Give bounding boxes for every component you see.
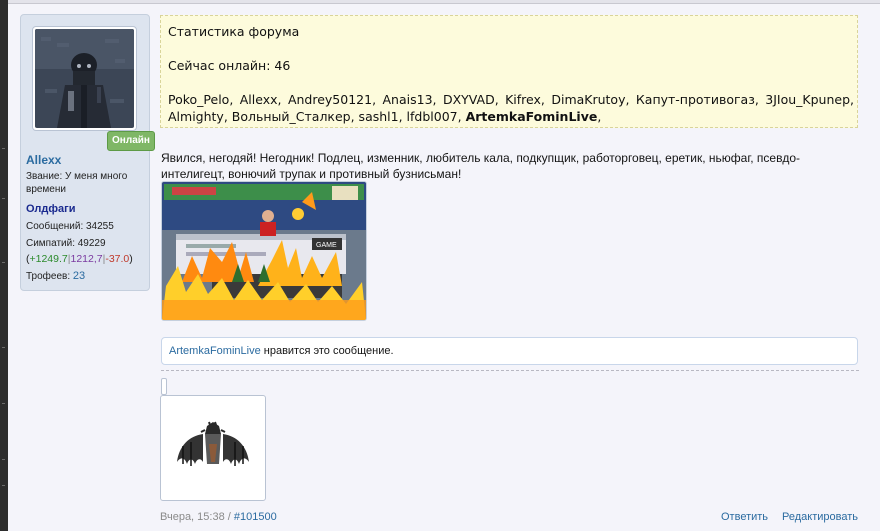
user-group: Олдфаги xyxy=(26,203,76,215)
online-badge: Онлайн xyxy=(107,131,155,151)
post-date: Вчера, 15:38 / xyxy=(160,511,234,523)
likes-text: нравится это сообщение. xyxy=(260,345,394,357)
reply-button[interactable]: Ответить xyxy=(721,511,768,523)
trophies-link[interactable]: 23 xyxy=(73,270,85,282)
stats-title: Статистика форума xyxy=(168,24,300,39)
user-card: Онлайн Allexx Звание: У меня много време… xyxy=(20,14,155,291)
rep-positive: +1249.7 xyxy=(29,253,68,265)
likes-user-link[interactable]: ArtemkaFominLive xyxy=(169,345,261,357)
left-edge-bar xyxy=(0,0,8,531)
stats-bold-user[interactable]: ArtemkaFominLive xyxy=(466,109,598,124)
stats-online-count: Сейчас онлайн: 46 xyxy=(168,58,291,73)
stats-online-users: Poko_Pelo, Allexx, Andrey50121, Anais13,… xyxy=(168,92,854,124)
user-rank: Звание: У меня много времени xyxy=(26,171,128,195)
avatar[interactable] xyxy=(35,29,134,128)
post-image[interactable]: GAME xyxy=(161,181,367,321)
post-permalink[interactable]: #101500 xyxy=(234,511,277,523)
post-meta: Вчера, 15:38 / #101500 xyxy=(160,511,277,523)
rep-total: 1212,7 xyxy=(70,253,103,265)
forum-stats-box: Статистика форума Сейчас онлайн: 46 Poko… xyxy=(160,15,858,128)
signature-image[interactable] xyxy=(160,395,266,501)
avatar-frame[interactable] xyxy=(32,26,137,131)
signature-divider xyxy=(161,370,859,371)
user-reputation: (+1249.7|1212,7|-37.0) xyxy=(26,253,133,265)
user-likes: Симпатий: 49229 xyxy=(26,238,106,249)
post-text: Явился, негодяй! Негодник! Подлец, измен… xyxy=(161,151,801,181)
user-messages: Сообщений: 34255 xyxy=(26,221,114,232)
likes-summary: ArtemkaFominLive нравится это сообщение. xyxy=(161,337,858,365)
rep-negative: -37.0 xyxy=(105,253,130,265)
top-border xyxy=(8,3,880,4)
signature-tab xyxy=(161,378,167,395)
image-game-text: GAME xyxy=(316,242,337,249)
edit-button[interactable]: Редактировать xyxy=(782,511,858,523)
username-link[interactable]: Allexx xyxy=(26,153,61,167)
user-trophies: Трофеев: 23 xyxy=(26,270,86,282)
